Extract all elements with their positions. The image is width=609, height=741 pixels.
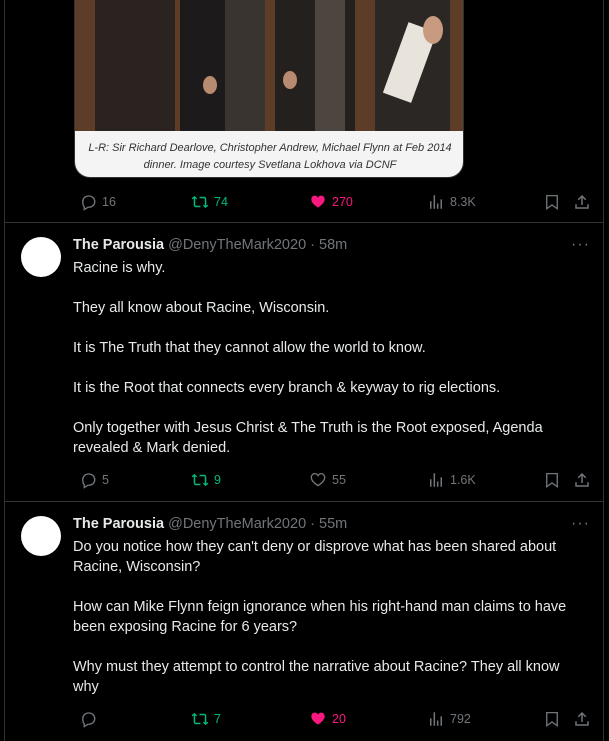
retweet-icon	[191, 712, 209, 726]
tweet-media-card[interactable]: L-R: Sir Richard Dearlove, Christopher A…	[74, 0, 464, 178]
bookmark-button[interactable]	[543, 192, 566, 212]
timestamp[interactable]: 58m	[319, 237, 347, 253]
views-icon	[430, 712, 442, 726]
separator-dot: ·	[310, 237, 316, 253]
retweet-icon	[191, 195, 209, 209]
share-button[interactable]	[573, 470, 596, 490]
timestamp[interactable]: 55m	[319, 516, 347, 532]
photo-illustration	[75, 0, 463, 131]
more-icon[interactable]: ···	[571, 516, 589, 538]
reply-icon	[82, 195, 96, 211]
photo-caption: L-R: Sir Richard Dearlove, Christopher A…	[88, 142, 452, 171]
author-name[interactable]: The Parousia	[73, 237, 164, 253]
share-button[interactable]	[573, 709, 596, 729]
reply-button[interactable]: 16	[79, 192, 116, 212]
tweet-actions: 5 9 55 1.6K	[73, 470, 593, 490]
retweet-button[interactable]: 9	[191, 470, 221, 490]
tweet-text: Do you notice how they can't deny or dis…	[73, 537, 573, 697]
views-button[interactable]: 792	[427, 709, 471, 729]
tweet[interactable]: The Parousia @DenyTheMark2020 · 58m ··· …	[5, 223, 603, 502]
separator-dot: ·	[310, 516, 316, 532]
tweet-actions: 7 20 792	[73, 709, 593, 729]
like-icon	[311, 712, 325, 725]
share-icon	[575, 194, 589, 209]
reply-count: 16	[102, 195, 116, 209]
retweet-button[interactable]: 74	[191, 192, 228, 212]
views-icon	[430, 195, 442, 209]
retweet-count: 7	[214, 712, 221, 726]
timeline-column: L-R: Sir Richard Dearlove, Christopher A…	[4, 0, 604, 741]
bookmark-icon	[546, 194, 558, 211]
views-button[interactable]: 1.6K	[427, 470, 476, 490]
tweet-paragraph: It is The Truth that they cannot allow t…	[73, 340, 426, 356]
views-count: 1.6K	[450, 473, 476, 487]
tweet-actions: 16 74 270 8.3K	[73, 192, 593, 212]
bookmark-button[interactable]	[543, 470, 566, 490]
share-button[interactable]	[573, 192, 596, 212]
tweet-paragraph: Racine is why.	[73, 260, 166, 276]
reply-icon	[82, 712, 96, 728]
tweet-paragraph: It is the Root that connects every branc…	[73, 380, 501, 396]
retweet-count: 9	[214, 473, 221, 487]
share-icon	[575, 472, 589, 487]
tweet-paragraph: How can Mike Flynn feign ignorance when …	[73, 599, 567, 635]
reply-button[interactable]: 5	[79, 470, 109, 490]
views-count: 8.3K	[450, 195, 476, 209]
share-icon	[575, 711, 589, 726]
tweet-header: The Parousia @DenyTheMark2020 · 55m	[73, 516, 347, 532]
like-count: 270	[332, 195, 353, 209]
tweet-text: Racine is why. They all know about Racin…	[73, 258, 573, 458]
retweet-button[interactable]: 7	[191, 709, 221, 729]
views-button[interactable]: 8.3K	[427, 192, 476, 212]
avatar[interactable]	[21, 516, 61, 556]
like-count: 20	[332, 712, 346, 726]
more-icon[interactable]: ···	[571, 237, 589, 259]
reply-count: 5	[102, 473, 109, 487]
tweet[interactable]: The Parousia @DenyTheMark2020 · 55m ··· …	[5, 502, 603, 741]
like-icon	[311, 195, 325, 208]
author-name[interactable]: The Parousia	[73, 516, 164, 532]
views-icon	[430, 473, 442, 487]
retweet-icon	[191, 473, 209, 487]
retweet-count: 74	[214, 195, 228, 209]
like-button[interactable]: 270	[309, 192, 353, 212]
author-handle[interactable]: @DenyTheMark2020	[168, 516, 306, 532]
tweet-paragraph: They all know about Racine, Wisconsin.	[73, 300, 330, 316]
tweet-paragraph: Only together with Jesus Christ & The Tr…	[73, 420, 543, 456]
avatar[interactable]	[21, 237, 61, 277]
like-icon	[310, 472, 326, 487]
like-count: 55	[332, 473, 346, 487]
reply-icon	[82, 473, 96, 489]
bookmark-icon	[546, 472, 558, 489]
tweet-paragraph: Why must they attempt to control the nar…	[73, 659, 560, 695]
views-count: 792	[450, 712, 471, 726]
bookmark-button[interactable]	[543, 709, 566, 729]
like-button[interactable]: 55	[309, 470, 346, 490]
tweet-header: The Parousia @DenyTheMark2020 · 58m	[73, 237, 347, 253]
tweet-top[interactable]: L-R: Sir Richard Dearlove, Christopher A…	[5, 0, 603, 223]
bookmark-icon	[546, 711, 558, 728]
tweet-photo[interactable]	[75, 0, 463, 131]
reply-button[interactable]	[79, 709, 102, 729]
author-handle[interactable]: @DenyTheMark2020	[168, 237, 306, 253]
like-button[interactable]: 20	[309, 709, 346, 729]
tweet-paragraph: Do you notice how they can't deny or dis…	[73, 539, 557, 575]
